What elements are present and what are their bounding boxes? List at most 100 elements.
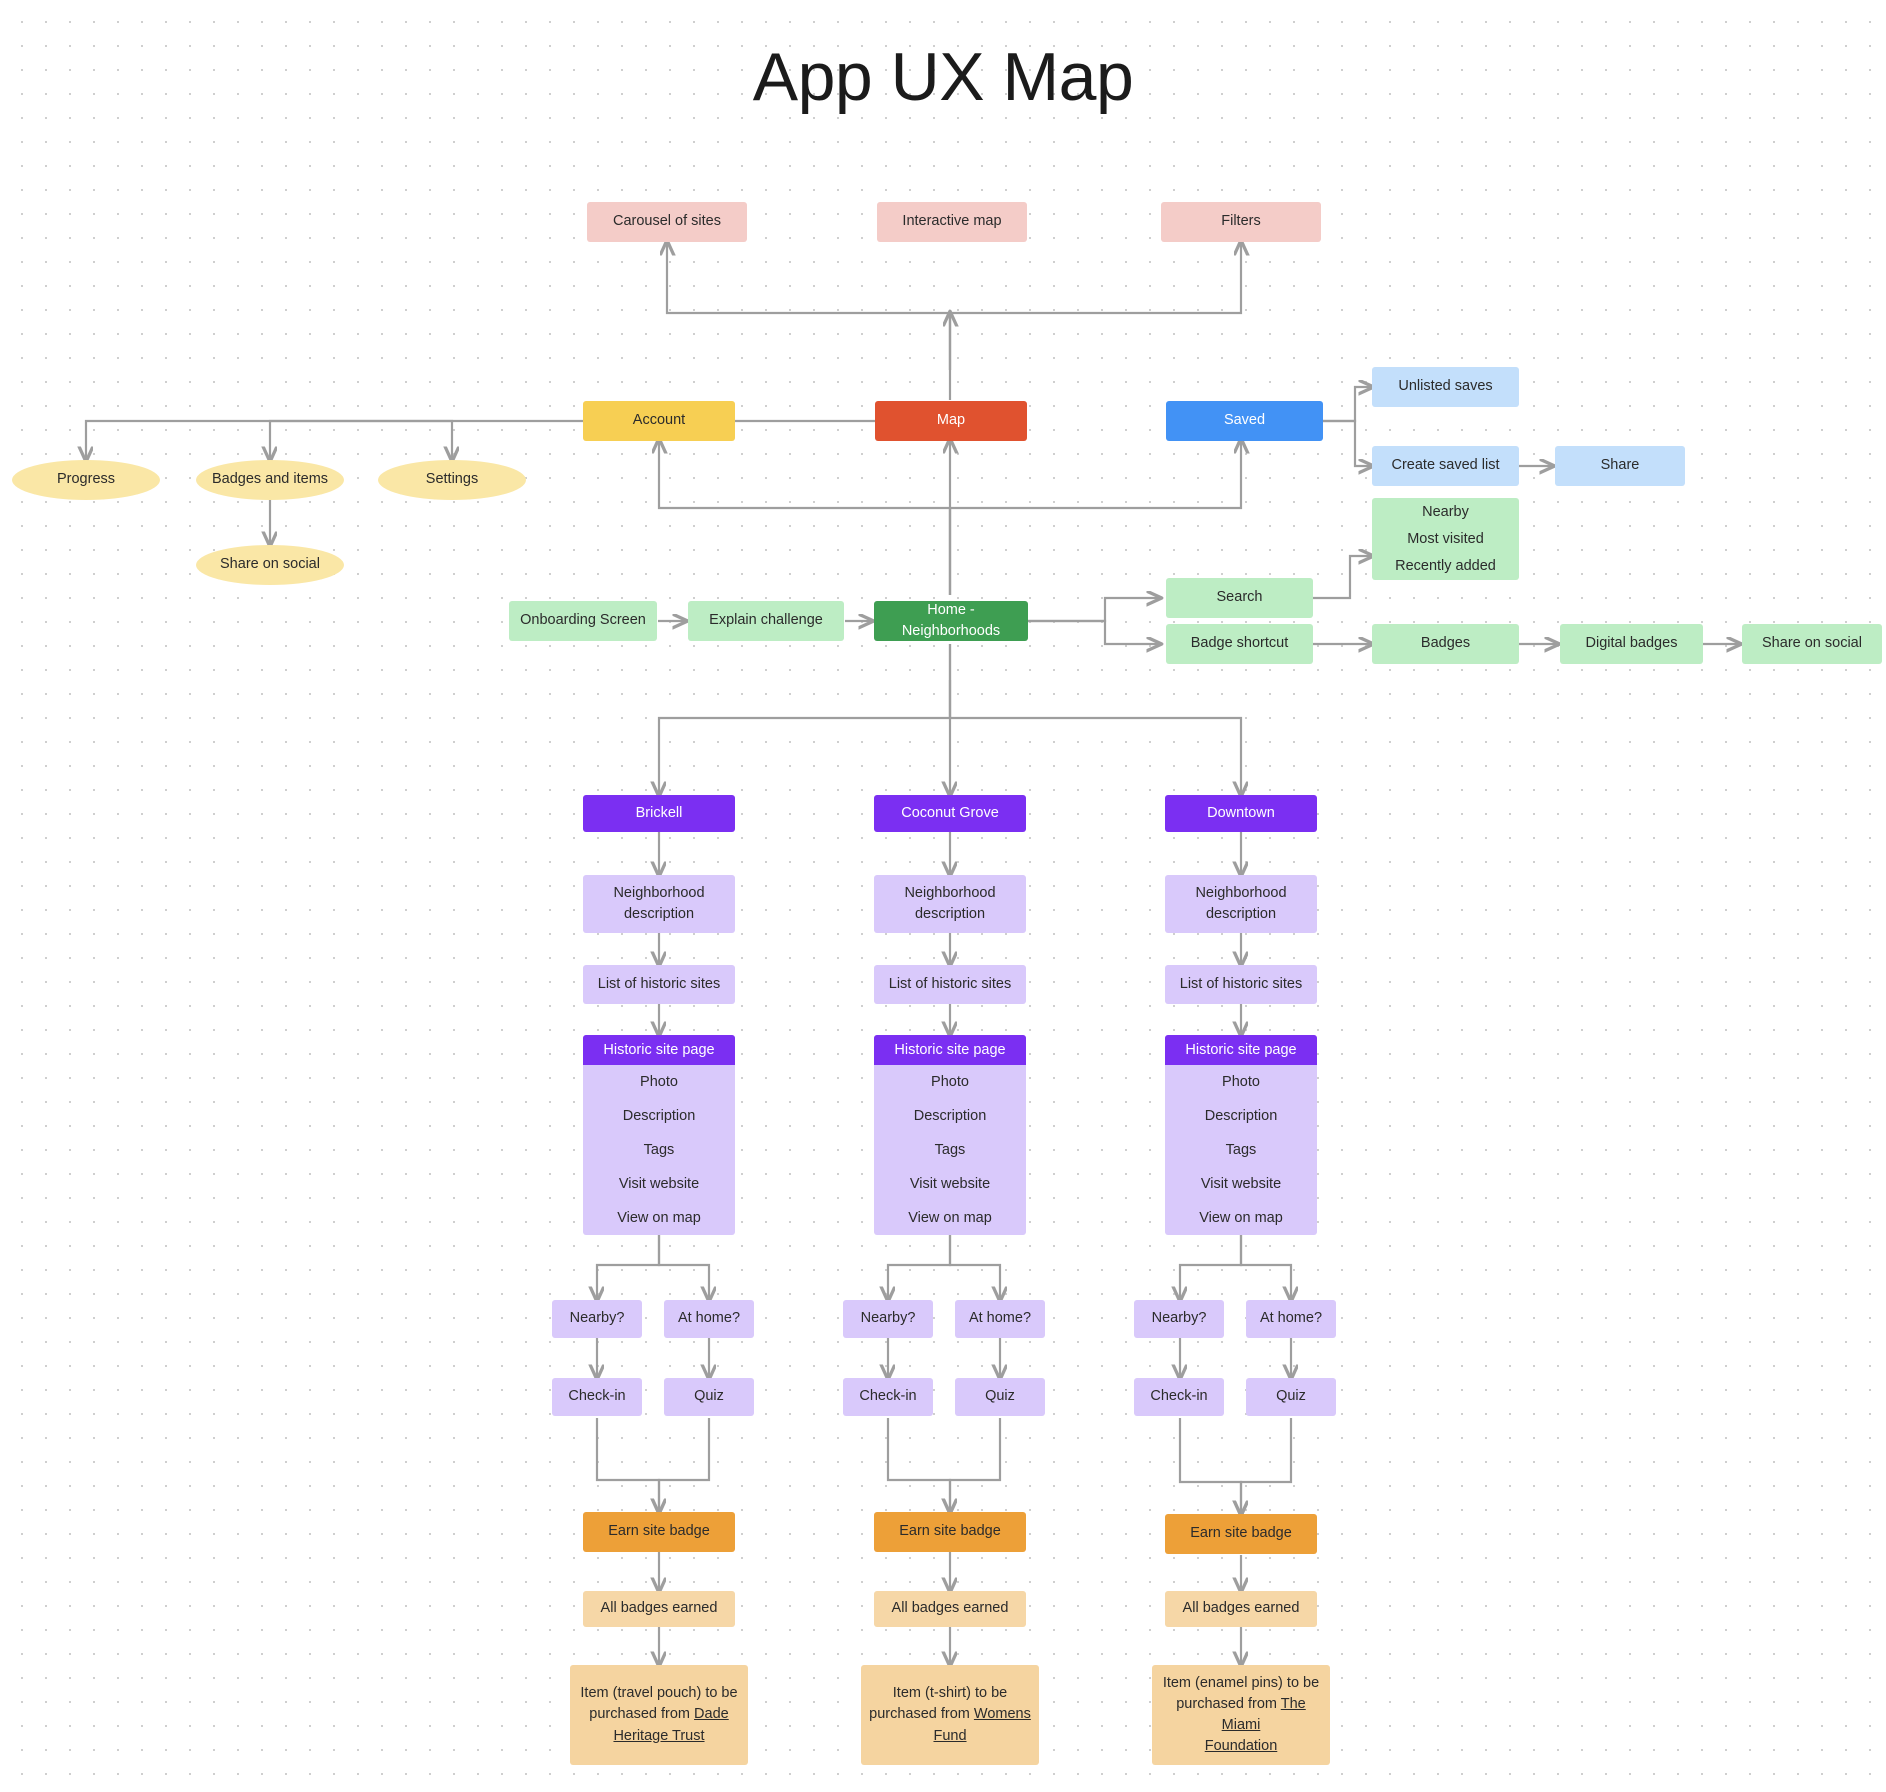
- node-quiz-downtown[interactable]: Quiz: [1246, 1378, 1336, 1416]
- site-row-view-on-map[interactable]: View on map: [583, 1201, 735, 1235]
- node-quiz-brickell[interactable]: Quiz: [664, 1378, 754, 1416]
- site-row-visit-website[interactable]: Visit website: [874, 1167, 1026, 1201]
- node-check-in-downtown[interactable]: Check-in: [1134, 1378, 1224, 1416]
- node-label: Brickell: [635, 804, 683, 821]
- node-label: At home?: [968, 1310, 1032, 1327]
- search-option-most-visited[interactable]: Most visited: [1372, 525, 1519, 552]
- node-unlisted-saves[interactable]: Unlisted saves: [1372, 367, 1519, 407]
- node-explain-challenge[interactable]: Explain challenge: [688, 601, 844, 641]
- node-item-purchase-downtown[interactable]: Item (enamel pins) to be purchased from …: [1152, 1665, 1330, 1765]
- node-label: Progress: [56, 471, 116, 488]
- node-nearby-brickell[interactable]: Nearby?: [552, 1300, 642, 1338]
- node-list-of-historic-sites-coconut-grove[interactable]: List of historic sites: [874, 965, 1026, 1004]
- node-all-badges-earned-downtown[interactable]: All badges earned: [1165, 1591, 1317, 1627]
- node-historic-site-page-brickell[interactable]: Historic site page Photo Description Tag…: [583, 1035, 735, 1235]
- node-nearby-downtown[interactable]: Nearby?: [1134, 1300, 1224, 1338]
- node-historic-site-page-coconut-grove[interactable]: Historic site page Photo Description Tag…: [874, 1035, 1026, 1235]
- node-badges[interactable]: Badges: [1372, 624, 1519, 664]
- node-onboarding-screen[interactable]: Onboarding Screen: [509, 601, 657, 641]
- node-quiz-coconut-grove[interactable]: Quiz: [955, 1378, 1045, 1416]
- page-title: App UX Map: [752, 39, 1134, 115]
- item-text-line2: purchased from The Miami: [1176, 1695, 1306, 1733]
- node-share-on-social-badges[interactable]: Share on social: [1742, 624, 1882, 664]
- node-share[interactable]: Share: [1555, 446, 1685, 486]
- node-check-in-brickell[interactable]: Check-in: [552, 1378, 642, 1416]
- item-link-part2[interactable]: Foundation: [1205, 1736, 1278, 1757]
- node-neighborhood-description-brickell[interactable]: Neighborhood description: [583, 875, 735, 933]
- node-label: Badges and items: [211, 471, 329, 488]
- node-progress[interactable]: Progress: [12, 460, 160, 500]
- node-nearby-coconut-grove[interactable]: Nearby?: [843, 1300, 933, 1338]
- node-historic-site-page-downtown[interactable]: Historic site page Photo Description Tag…: [1165, 1035, 1317, 1235]
- site-row-visit-website[interactable]: Visit website: [583, 1167, 735, 1201]
- node-neighborhood-description-downtown[interactable]: Neighborhood description: [1165, 875, 1317, 933]
- node-account[interactable]: Account: [583, 401, 735, 441]
- item-link-part1[interactable]: Dade: [694, 1706, 729, 1722]
- item-link-part2[interactable]: Fund: [933, 1726, 966, 1747]
- node-label: Carousel of sites: [613, 213, 721, 230]
- site-row-view-on-map[interactable]: View on map: [874, 1201, 1026, 1235]
- site-row-visit-website[interactable]: Visit website: [1165, 1167, 1317, 1201]
- item-link-part1[interactable]: Womens: [974, 1706, 1031, 1722]
- node-all-badges-earned-coconut-grove[interactable]: All badges earned: [874, 1591, 1026, 1627]
- node-at-home-brickell[interactable]: At home?: [664, 1300, 754, 1338]
- node-badge-shortcut[interactable]: Badge shortcut: [1166, 624, 1313, 664]
- node-neighborhood-brickell[interactable]: Brickell: [583, 795, 735, 832]
- node-check-in-coconut-grove[interactable]: Check-in: [843, 1378, 933, 1416]
- node-earn-site-badge-coconut-grove[interactable]: Earn site badge: [874, 1512, 1026, 1552]
- node-label: At home?: [1259, 1310, 1323, 1327]
- node-all-badges-earned-brickell[interactable]: All badges earned: [583, 1591, 735, 1627]
- node-at-home-downtown[interactable]: At home?: [1246, 1300, 1336, 1338]
- site-row-tags[interactable]: Tags: [1165, 1133, 1317, 1167]
- site-row-view-on-map[interactable]: View on map: [1165, 1201, 1317, 1235]
- site-row-photo[interactable]: Photo: [1165, 1065, 1317, 1099]
- node-label: Downtown: [1207, 804, 1275, 821]
- node-digital-badges[interactable]: Digital badges: [1560, 624, 1703, 664]
- search-option-recently-added[interactable]: Recently added: [1372, 553, 1519, 580]
- node-label: Earn site badge: [899, 1523, 1001, 1540]
- node-search[interactable]: Search: [1166, 578, 1313, 618]
- node-at-home-coconut-grove[interactable]: At home?: [955, 1300, 1045, 1338]
- node-earn-site-badge-downtown[interactable]: Earn site badge: [1165, 1514, 1317, 1554]
- node-share-on-social-account[interactable]: Share on social: [196, 545, 344, 585]
- node-neighborhood-downtown[interactable]: Downtown: [1165, 795, 1317, 832]
- node-carousel-of-sites[interactable]: Carousel of sites: [587, 202, 747, 242]
- node-label: Nearby?: [569, 1310, 625, 1327]
- search-option-nearby[interactable]: Nearby: [1372, 498, 1519, 525]
- node-earn-site-badge-brickell[interactable]: Earn site badge: [583, 1512, 735, 1552]
- node-neighborhood-description-coconut-grove[interactable]: Neighborhood description: [874, 875, 1026, 933]
- node-label: Check-in: [1150, 1388, 1208, 1405]
- node-list-of-historic-sites-brickell[interactable]: List of historic sites: [583, 965, 735, 1004]
- site-row-tags[interactable]: Tags: [874, 1133, 1026, 1167]
- site-row-description[interactable]: Description: [874, 1099, 1026, 1133]
- site-row-description[interactable]: Description: [1165, 1099, 1317, 1133]
- node-settings[interactable]: Settings: [378, 460, 526, 500]
- node-label: All badges earned: [1182, 1600, 1300, 1617]
- node-item-purchase-coconut-grove[interactable]: Item (t-shirt) to be purchased from Wome…: [861, 1665, 1039, 1765]
- node-label: List of historic sites: [597, 975, 721, 992]
- node-neighborhood-coconut-grove[interactable]: Coconut Grove: [874, 795, 1026, 832]
- site-row-description[interactable]: Description: [583, 1099, 735, 1133]
- node-label: List of historic sites: [888, 975, 1012, 992]
- node-label: Filters: [1221, 213, 1261, 230]
- node-label: List of historic sites: [1179, 975, 1303, 992]
- node-item-purchase-brickell[interactable]: Item (travel pouch) to be purchased from…: [570, 1665, 748, 1765]
- item-text-line1: Item (travel pouch) to be: [580, 1685, 738, 1702]
- node-search-options[interactable]: Nearby Most visited Recently added: [1372, 498, 1519, 580]
- item-link-part2[interactable]: Heritage Trust: [613, 1726, 704, 1747]
- site-row-photo[interactable]: Photo: [583, 1065, 735, 1099]
- site-row-tags[interactable]: Tags: [583, 1133, 735, 1167]
- node-badges-and-items[interactable]: Badges and items: [196, 460, 344, 500]
- node-label: Neighborhood description: [1195, 884, 1287, 922]
- node-label: All badges earned: [891, 1600, 1009, 1617]
- node-home-neighborhoods[interactable]: Home - Neighborhoods: [874, 601, 1028, 641]
- node-saved[interactable]: Saved: [1166, 401, 1323, 441]
- node-filters[interactable]: Filters: [1161, 202, 1321, 242]
- node-create-saved-list[interactable]: Create saved list: [1372, 446, 1519, 486]
- node-list-of-historic-sites-downtown[interactable]: List of historic sites: [1165, 965, 1317, 1004]
- node-label: Quiz: [694, 1388, 724, 1405]
- historic-site-page-header: Historic site page: [583, 1035, 735, 1065]
- node-map[interactable]: Map: [875, 401, 1027, 441]
- node-interactive-map[interactable]: Interactive map: [877, 202, 1027, 242]
- site-row-photo[interactable]: Photo: [874, 1065, 1026, 1099]
